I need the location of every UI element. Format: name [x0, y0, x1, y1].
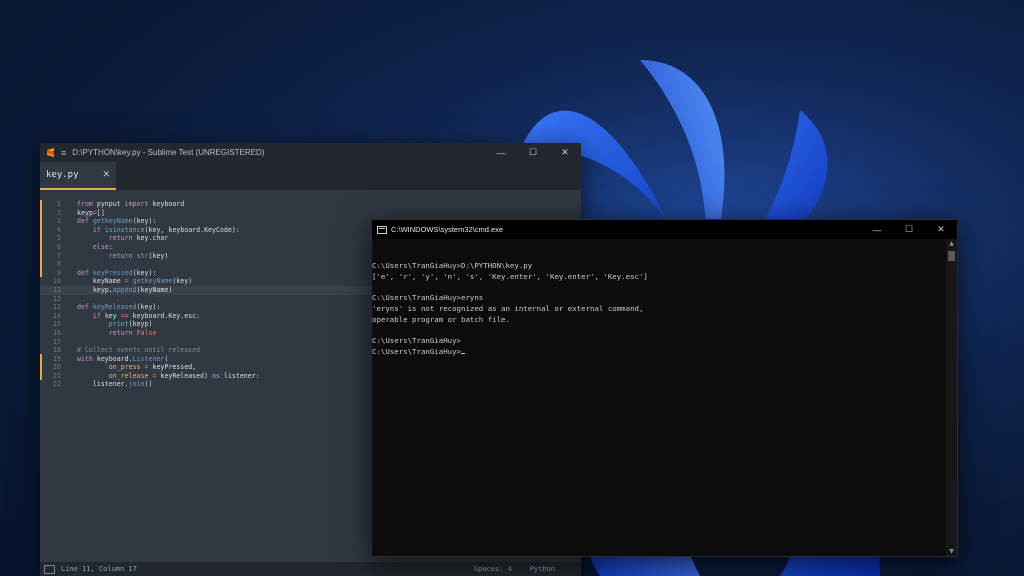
cmd-window: C:\WINDOWS\system32\cmd.exe — ☐ ✕ C:\Use… — [371, 219, 958, 557]
cmd-app-icon — [377, 225, 387, 234]
status-bar: Line 11, Column 17 Spaces: 4 Python — [40, 562, 581, 576]
tab-label: key.py — [46, 170, 79, 180]
code-text: with keyboard.Listener( — [77, 354, 169, 363]
console-line: C:\Users\TranGiaHuy>D:\PYTHON\key.py — [372, 260, 533, 270]
line-number: 16 — [53, 328, 61, 337]
panel-toggle-icon[interactable] — [44, 564, 55, 574]
code-text: def getKeyName(key): — [77, 217, 157, 226]
console-line: C:\Users\TranGiaHuy> — [372, 347, 946, 358]
line-number: 9 — [57, 268, 61, 277]
code-text: def keyReleased(key): — [77, 303, 161, 312]
code-text: from pynput import keyboard — [77, 200, 185, 208]
line-number: 12 — [53, 294, 61, 303]
cursor-position[interactable]: Line 11, Column 17 — [61, 565, 137, 573]
sublime-titlebar[interactable]: ≡ D:\PYTHON\key.py - Sublime Text (UNREG… — [40, 143, 581, 162]
code-text: def keyPressed(key): — [77, 268, 157, 277]
code-text: if key == keyboard.Key.esc: — [92, 311, 201, 320]
code-text: on_press = keyPressed, — [108, 363, 197, 372]
line-number: 15 — [53, 320, 61, 329]
code-text: keyName = getKeyName(key) — [77, 277, 193, 286]
indentation-setting[interactable]: Spaces: 4 — [474, 565, 512, 573]
console-output[interactable]: C:\Users\TranGiaHuy>D:\PYTHON\key.py ['e'… — [372, 239, 946, 556]
code-text: listener.join() — [77, 380, 153, 389]
code-text: return key.char — [108, 234, 169, 243]
console-line: C:\Users\TranGiaHuy> — [372, 336, 461, 346]
console-line: operable program or batch file. — [372, 314, 510, 324]
console-line: ['e', 'r', 'y', 'n', 's', 'Key.enter', '… — [372, 271, 648, 281]
code-text: on_release = keyReleased) as listener: — [108, 371, 260, 380]
minimize-button[interactable]: — — [485, 143, 517, 162]
cmd-close-button[interactable]: ✕ — [925, 220, 957, 239]
console-line: 'eryns' is not recognized as an internal… — [372, 303, 644, 313]
line-number: 22 — [53, 380, 61, 389]
syntax-selector[interactable]: Python — [530, 565, 555, 573]
code-line[interactable]: 2 keyp=[] — [40, 209, 511, 218]
code-text: keyp=[] — [77, 208, 105, 217]
line-number: 19 — [53, 354, 61, 363]
tab-key-py[interactable]: key.py ✕ — [40, 162, 116, 190]
code-text: return False — [108, 328, 157, 337]
line-number: 1 — [57, 200, 61, 208]
line-number: 7 — [57, 251, 61, 260]
line-number: 2 — [57, 208, 61, 217]
line-number: 13 — [53, 303, 61, 312]
line-number: 5 — [57, 234, 61, 243]
line-number: 14 — [53, 311, 61, 320]
code-text: if isinstance(key, keyboard.KeyCode): — [92, 225, 240, 234]
line-number: 20 — [53, 363, 61, 372]
cmd-minimize-button[interactable]: — — [861, 220, 893, 239]
line-number: 17 — [53, 337, 61, 346]
line-number: 10 — [53, 277, 61, 286]
code-text: return str(key) — [108, 251, 169, 260]
text-cursor — [461, 353, 465, 355]
line-number: 18 — [53, 346, 61, 355]
maximize-button[interactable]: ☐ — [517, 143, 549, 162]
code-line[interactable]: 1 from pynput import keyboard — [40, 200, 511, 209]
scrollbar-thumb[interactable] — [948, 251, 955, 261]
sublime-logo-icon — [47, 148, 54, 157]
menu-icon[interactable]: ≡ — [61, 148, 66, 158]
sublime-window-title: D:\PYTHON\key.py - Sublime Text (UNREGIS… — [72, 148, 265, 157]
code-text: keyp.append(keyName) — [77, 285, 173, 294]
console-scrollbar[interactable]: ▲ ▼ — [946, 239, 957, 556]
scroll-down-icon[interactable]: ▼ — [946, 548, 957, 555]
code-text: # Collect events until released — [77, 346, 201, 355]
tab-close-icon[interactable]: ✕ — [102, 170, 110, 180]
cmd-titlebar[interactable]: C:\WINDOWS\system32\cmd.exe — ☐ ✕ — [372, 220, 957, 239]
line-number: 3 — [57, 217, 61, 226]
line-number: 8 — [57, 260, 61, 269]
line-number: 21 — [53, 371, 61, 380]
scroll-up-icon[interactable]: ▲ — [946, 240, 957, 247]
line-number: 4 — [57, 225, 61, 234]
close-button[interactable]: ✕ — [549, 143, 581, 162]
tab-bar: key.py ✕ — [40, 162, 581, 190]
line-number: 6 — [57, 242, 61, 251]
line-number: 11 — [53, 285, 61, 294]
cmd-window-title: C:\WINDOWS\system32\cmd.exe — [391, 225, 504, 234]
cmd-maximize-button[interactable]: ☐ — [893, 220, 925, 239]
code-text: print(keyp) — [108, 320, 153, 329]
code-text: else: — [92, 242, 113, 251]
console-line: C:\Users\TranGiaHuy>eryns — [372, 293, 484, 303]
